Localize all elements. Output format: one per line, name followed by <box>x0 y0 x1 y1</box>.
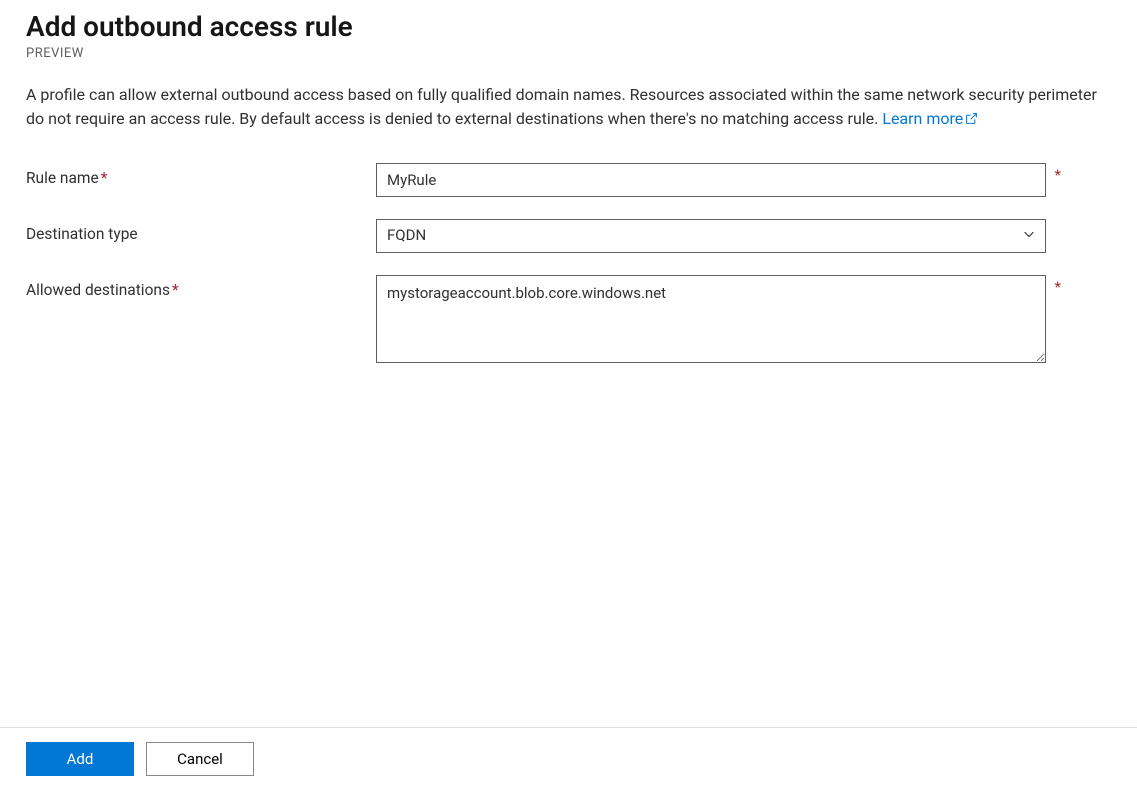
rule-name-label-text: Rule name <box>26 169 99 187</box>
rule-name-label: Rule name* <box>26 163 376 187</box>
required-indicator: * <box>1055 166 1061 184</box>
learn-more-label: Learn more <box>882 109 963 128</box>
allowed-destinations-label-text: Allowed destinations <box>26 281 170 299</box>
page-title: Add outbound access rule <box>26 10 1111 44</box>
learn-more-link[interactable]: Learn more <box>882 109 978 128</box>
destination-type-select[interactable]: FQDN <box>376 219 1046 253</box>
external-link-icon <box>965 108 978 133</box>
destination-type-label: Destination type <box>26 219 376 243</box>
preview-badge: PREVIEW <box>26 46 1111 61</box>
cancel-button[interactable]: Cancel <box>146 742 254 776</box>
allowed-destinations-label: Allowed destinations* <box>26 275 376 299</box>
footer-bar: Add Cancel <box>0 727 1137 796</box>
add-button[interactable]: Add <box>26 742 134 776</box>
rule-name-input[interactable] <box>376 163 1046 197</box>
required-indicator: * <box>1055 278 1061 296</box>
required-asterisk: * <box>172 281 179 299</box>
destination-type-label-text: Destination type <box>26 225 138 243</box>
required-asterisk: * <box>101 169 108 187</box>
page-description: A profile can allow external outbound ac… <box>26 83 1111 134</box>
allowed-destinations-textarea[interactable] <box>376 275 1046 363</box>
